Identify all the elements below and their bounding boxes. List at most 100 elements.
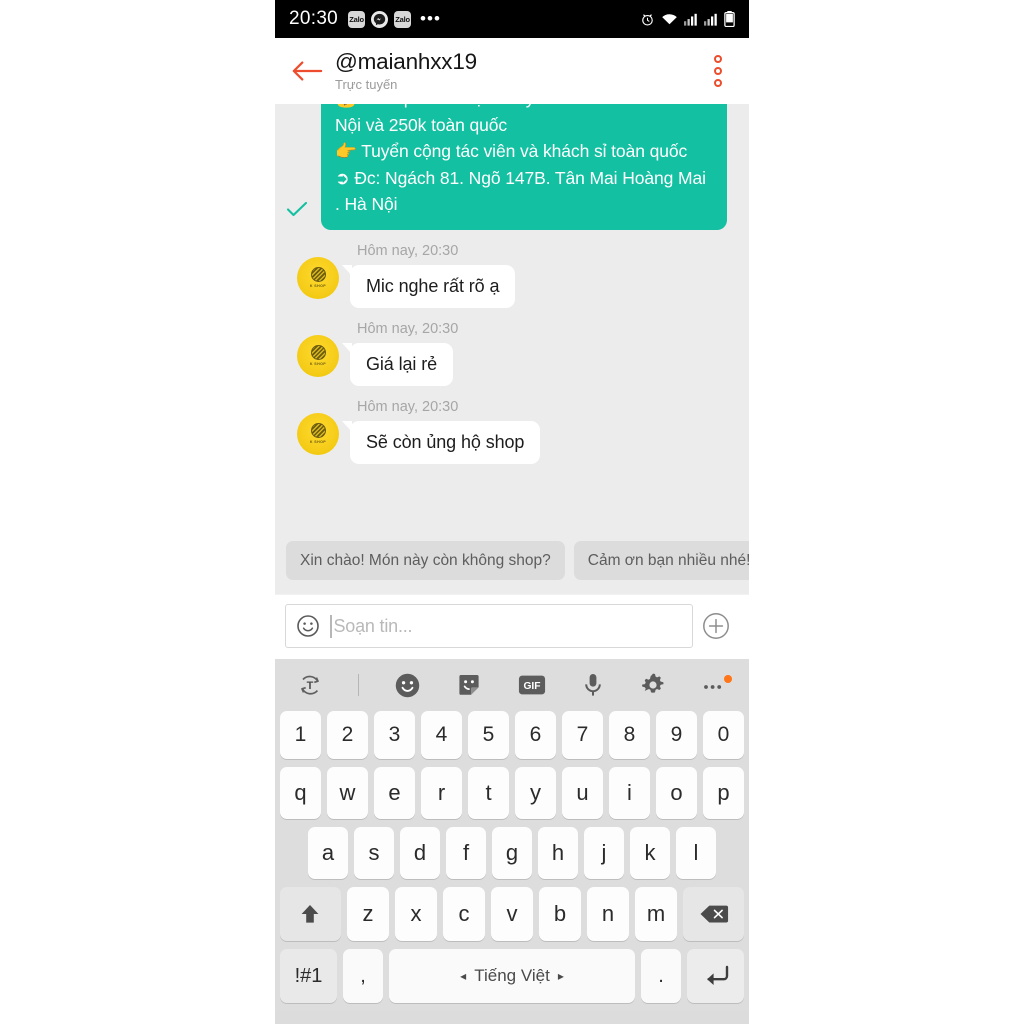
zalo-badge-icon: Zalo xyxy=(348,10,366,28)
key-9[interactable]: 9 xyxy=(656,711,697,759)
plus-circle-icon[interactable] xyxy=(693,612,739,640)
wifi-icon xyxy=(661,12,678,26)
recents-button[interactable] xyxy=(353,1019,409,1024)
keyboard-row-home: a s d f g h j k l xyxy=(280,827,744,879)
settings-gear-icon[interactable] xyxy=(640,672,666,698)
smiley-icon[interactable] xyxy=(296,614,322,638)
key-a[interactable]: a xyxy=(308,827,348,879)
avatar[interactable]: K SHOP xyxy=(297,256,339,299)
key-v[interactable]: v xyxy=(490,887,533,941)
key-s[interactable]: s xyxy=(354,827,394,879)
key-x[interactable]: x xyxy=(394,887,437,941)
keyboard-keys: 1 2 3 4 5 6 7 8 9 0 q w e r t y u i o p … xyxy=(275,711,749,1003)
message-timestamp: Hôm nay, 20:30 xyxy=(357,398,459,415)
quick-reply-chip-1[interactable]: Xin chào! Món này còn không shop? xyxy=(286,541,565,580)
key-t[interactable]: t xyxy=(468,767,509,819)
key-p[interactable]: p xyxy=(703,767,744,819)
hide-keyboard-button[interactable] xyxy=(615,1019,671,1024)
key-1[interactable]: 1 xyxy=(280,711,321,759)
key-l[interactable]: l xyxy=(676,827,716,879)
key-0[interactable]: 0 xyxy=(703,711,744,759)
chat-header-text[interactable]: @maianhxx19 Trực tuyến xyxy=(335,49,477,93)
key-5[interactable]: 5 xyxy=(468,711,509,759)
key-q[interactable]: q xyxy=(280,767,321,819)
key-f[interactable]: f xyxy=(446,827,486,879)
space-next-language-icon[interactable]: ▸ xyxy=(558,969,564,983)
key-o[interactable]: o xyxy=(656,767,697,819)
page-title: @maianhxx19 xyxy=(335,49,477,74)
search-input-placeholder: Soạn tin... xyxy=(333,615,413,636)
key-y[interactable]: y xyxy=(515,767,556,819)
notification-dot xyxy=(723,675,732,683)
back-button[interactable] xyxy=(287,51,327,91)
status-bar-system-icons xyxy=(640,11,735,27)
key-8[interactable]: 8 xyxy=(609,711,650,759)
phone-screen: 20:30 Zalo Zalo ••• @maianhxx19 Trực tuy… xyxy=(275,0,749,1024)
quick-reply-chip-2[interactable]: Cảm ơn bạn nhiều nhé! xyxy=(573,541,749,580)
key-r[interactable]: r xyxy=(421,767,462,819)
symbols-key[interactable]: !#1 xyxy=(280,949,337,1003)
shop-logo-icon xyxy=(310,423,326,439)
key-j[interactable]: j xyxy=(584,827,624,879)
key-g[interactable]: g xyxy=(492,827,532,879)
space-prev-language-icon[interactable]: ◂ xyxy=(460,969,466,983)
key-w[interactable]: w xyxy=(327,767,368,819)
more-options-icon[interactable] xyxy=(701,675,732,691)
key-4[interactable]: 4 xyxy=(421,711,462,759)
svg-text:T: T xyxy=(307,680,314,692)
gif-label: GIF xyxy=(523,681,540,692)
message-list[interactable]: 💰 Miễn phí 40k vận chuyển đơn trên 150k … xyxy=(275,104,749,529)
key-z[interactable]: z xyxy=(346,887,389,941)
enter-arrow-icon xyxy=(706,965,728,985)
key-m[interactable]: m xyxy=(635,887,678,941)
more-vertical-icon[interactable] xyxy=(703,51,733,91)
text-translate-icon[interactable]: T xyxy=(297,672,323,698)
key-d[interactable]: d xyxy=(400,827,440,879)
key-c[interactable]: c xyxy=(442,887,485,941)
key-6[interactable]: 6 xyxy=(515,711,556,759)
chat-header: @maianhxx19 Trực tuyến xyxy=(275,38,749,104)
incoming-message-bubble[interactable]: Mic nghe rất rõ ạ xyxy=(341,264,516,308)
signal-icon-1 xyxy=(684,13,698,26)
battery-icon xyxy=(724,11,735,27)
key-k[interactable]: k xyxy=(630,827,670,879)
incoming-message-row: K SHOP Hôm nay, 20:30 Giá lại rẻ xyxy=(275,308,749,386)
sticker-icon[interactable] xyxy=(456,672,482,698)
keyboard-row-function: !#1 , ◂ Tiếng Việt ▸ . xyxy=(280,949,745,1003)
gif-icon[interactable]: GIF xyxy=(518,673,546,697)
screenshot-canvas: 20:30 Zalo Zalo ••• @maianhxx19 Trực tuy… xyxy=(0,0,1024,1024)
status-bar: 20:30 Zalo Zalo ••• xyxy=(275,0,749,38)
microphone-icon[interactable] xyxy=(581,672,605,698)
home-button[interactable] xyxy=(484,1019,540,1024)
key-3[interactable]: 3 xyxy=(374,711,415,759)
keyboard-toolbar: T GIF xyxy=(275,659,749,711)
key-n[interactable]: n xyxy=(587,887,630,941)
keyboard-row-top: q w e r t y u i o p xyxy=(280,767,744,819)
emoji-icon[interactable] xyxy=(394,672,421,699)
outgoing-message-bubble[interactable]: 💰 Miễn phí 40k vận chuyển đơn trên 150k … xyxy=(321,104,727,230)
message-input-wrapper[interactable]: Soạn tin... xyxy=(285,604,693,648)
key-7[interactable]: 7 xyxy=(562,711,603,759)
period-key[interactable]: . xyxy=(641,949,682,1003)
space-key[interactable]: ◂ Tiếng Việt ▸ xyxy=(388,949,636,1003)
incoming-message-stack: Hôm nay, 20:30 Giá lại rẻ xyxy=(341,320,458,386)
backspace-key[interactable] xyxy=(683,887,744,941)
incoming-message-bubble[interactable]: Giá lại rẻ xyxy=(341,342,454,386)
key-e[interactable]: e xyxy=(374,767,415,819)
messenger-badge-icon xyxy=(371,10,389,28)
comma-key[interactable]: , xyxy=(342,949,383,1003)
key-u[interactable]: u xyxy=(562,767,603,819)
enter-key[interactable] xyxy=(687,949,745,1003)
key-b[interactable]: b xyxy=(539,887,582,941)
key-2[interactable]: 2 xyxy=(327,711,368,759)
shift-key[interactable] xyxy=(280,887,341,941)
key-h[interactable]: h xyxy=(538,827,578,879)
menu-dot-2 xyxy=(714,67,722,75)
avatar-label: K SHOP xyxy=(309,439,327,444)
outgoing-line-2: 👉 Tuyển cộng tác viên và khách sỉ toàn q… xyxy=(335,141,688,161)
avatar[interactable]: K SHOP xyxy=(297,334,339,377)
menu-dot-3 xyxy=(714,79,722,87)
incoming-message-bubble[interactable]: Sẽ còn ủng hộ shop xyxy=(341,420,541,464)
avatar[interactable]: K SHOP xyxy=(297,412,339,455)
key-i[interactable]: i xyxy=(609,767,650,819)
